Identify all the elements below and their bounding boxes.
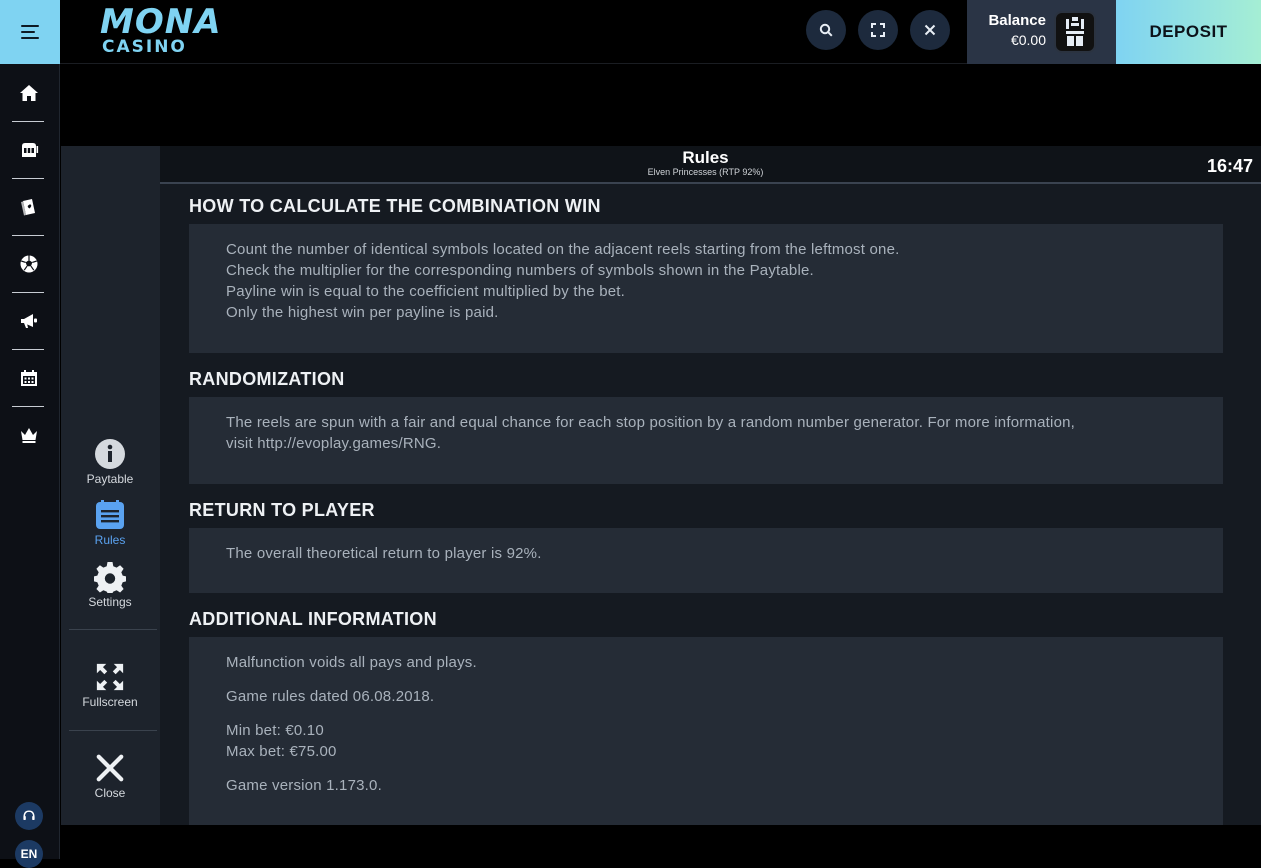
gear-icon — [94, 561, 126, 593]
combination-line: Count the number of identical symbols lo… — [226, 241, 900, 258]
game-frame: Paytable Rules Settings Fullscreen Close… — [61, 146, 1261, 825]
rail-item-home[interactable] — [14, 65, 44, 121]
max-bet-text: Max bet: €75.00 — [226, 743, 337, 760]
tool-settings[interactable]: Settings — [69, 561, 151, 609]
home-icon — [20, 85, 38, 101]
section-box-randomization: The reels are spun with a fair and equal… — [189, 397, 1223, 484]
game-subtitle: Elven Princesses (RTP 92%) — [647, 167, 764, 177]
combination-line: Only the highest win per payline is paid… — [226, 304, 499, 321]
rail-item-vip[interactable] — [14, 407, 44, 463]
tool-fullscreen-label: Fullscreen — [82, 695, 138, 709]
section-box-rtp: The overall theoretical return to player… — [189, 528, 1223, 593]
calendar-icon — [21, 370, 37, 386]
rtp-text: The overall theoretical return to player… — [226, 545, 542, 562]
section-title-combination: HOW TO CALCULATE THE COMBINATION WIN — [189, 196, 601, 216]
rules-title: Rules — [682, 148, 729, 167]
tool-rules-label: Rules — [94, 533, 126, 547]
rules-content[interactable]: HOW TO CALCULATE THE COMBINATION WIN Cou… — [160, 184, 1261, 825]
malfunction-text: Malfunction voids all pays and plays. — [226, 654, 477, 671]
randomization-text: The reels are spun with a fair and equal… — [226, 414, 1076, 431]
bottom-strip — [61, 825, 1261, 859]
hamburger-icon — [21, 25, 39, 39]
support-button[interactable] — [15, 802, 43, 830]
logo-line1: MONA — [100, 2, 222, 42]
fullscreen-button[interactable] — [858, 10, 898, 50]
language-button[interactable]: EN — [15, 840, 43, 868]
menu-button[interactable] — [0, 0, 60, 64]
close-game-button[interactable] — [910, 10, 950, 50]
document-icon — [94, 499, 126, 531]
combination-line: Check the multiplier for the correspondi… — [226, 262, 814, 279]
tool-fullscreen[interactable]: Fullscreen — [69, 661, 151, 709]
balance-panel[interactable]: Balance €0.00 — [967, 0, 1116, 64]
balance-label: Balance — [988, 12, 1046, 29]
combination-line: Payline win is equal to the coefficient … — [226, 283, 626, 300]
headset-icon — [23, 810, 35, 820]
game-sidebar: Paytable Rules Settings Fullscreen Close — [61, 146, 160, 825]
game-version-text: Game version 1.173.0. — [226, 777, 382, 794]
clock: 16:47 — [1206, 156, 1253, 176]
search-icon — [819, 23, 833, 37]
fullscreen-arrows-icon — [94, 661, 126, 693]
rules-date-text: Game rules dated 06.08.2018. — [226, 688, 435, 705]
megaphone-icon — [21, 314, 37, 328]
deposit-button[interactable]: DEPOSIT — [1116, 0, 1261, 64]
rail-item-promotions[interactable] — [14, 293, 44, 349]
close-icon — [924, 24, 936, 36]
info-icon — [94, 438, 126, 470]
expand-icon — [871, 23, 885, 37]
section-title-rtp: RETURN TO PLAYER — [189, 500, 375, 520]
rail-item-sports[interactable] — [14, 236, 44, 292]
section-title-additional: ADDITIONAL INFORMATION — [189, 609, 437, 629]
cards-icon — [21, 199, 35, 216]
search-button[interactable] — [806, 10, 846, 50]
top-bar: MONA CASINO Balance €0.00 DEPOSIT — [60, 0, 1261, 64]
player-level-badge[interactable] — [1054, 11, 1096, 53]
randomization-link-text: visit http://evoplay.games/RNG. — [226, 435, 442, 452]
rules-header: Rules Elven Princesses (RTP 92%) 16:47 — [160, 146, 1261, 184]
tool-paytable-label: Paytable — [86, 472, 134, 486]
slot-machine-icon — [22, 143, 39, 157]
balance-value: €0.00 — [1010, 32, 1046, 48]
rail-item-calendar[interactable] — [14, 350, 44, 406]
tool-close-label: Close — [94, 786, 126, 800]
close-x-icon — [94, 752, 126, 784]
section-box-additional: Malfunction voids all pays and plays. Ga… — [189, 637, 1223, 825]
rail-item-slots[interactable] — [14, 122, 44, 178]
tool-paytable[interactable]: Paytable — [69, 438, 151, 486]
soccer-ball-icon — [20, 255, 38, 273]
min-bet-text: Min bet: €0.10 — [226, 722, 324, 739]
tool-settings-label: Settings — [88, 595, 132, 609]
tool-rules[interactable]: Rules — [69, 499, 151, 547]
rail-item-cards[interactable] — [14, 179, 44, 235]
level-badge-icon — [1066, 17, 1084, 46]
casino-logo[interactable]: MONA CASINO — [100, 5, 240, 57]
crown-icon — [21, 428, 37, 443]
tool-close[interactable]: Close — [69, 752, 151, 800]
left-rail: EN — [0, 0, 60, 868]
section-box-combination: Count the number of identical symbols lo… — [189, 224, 1223, 353]
section-title-randomization: RANDOMIZATION — [189, 369, 345, 389]
